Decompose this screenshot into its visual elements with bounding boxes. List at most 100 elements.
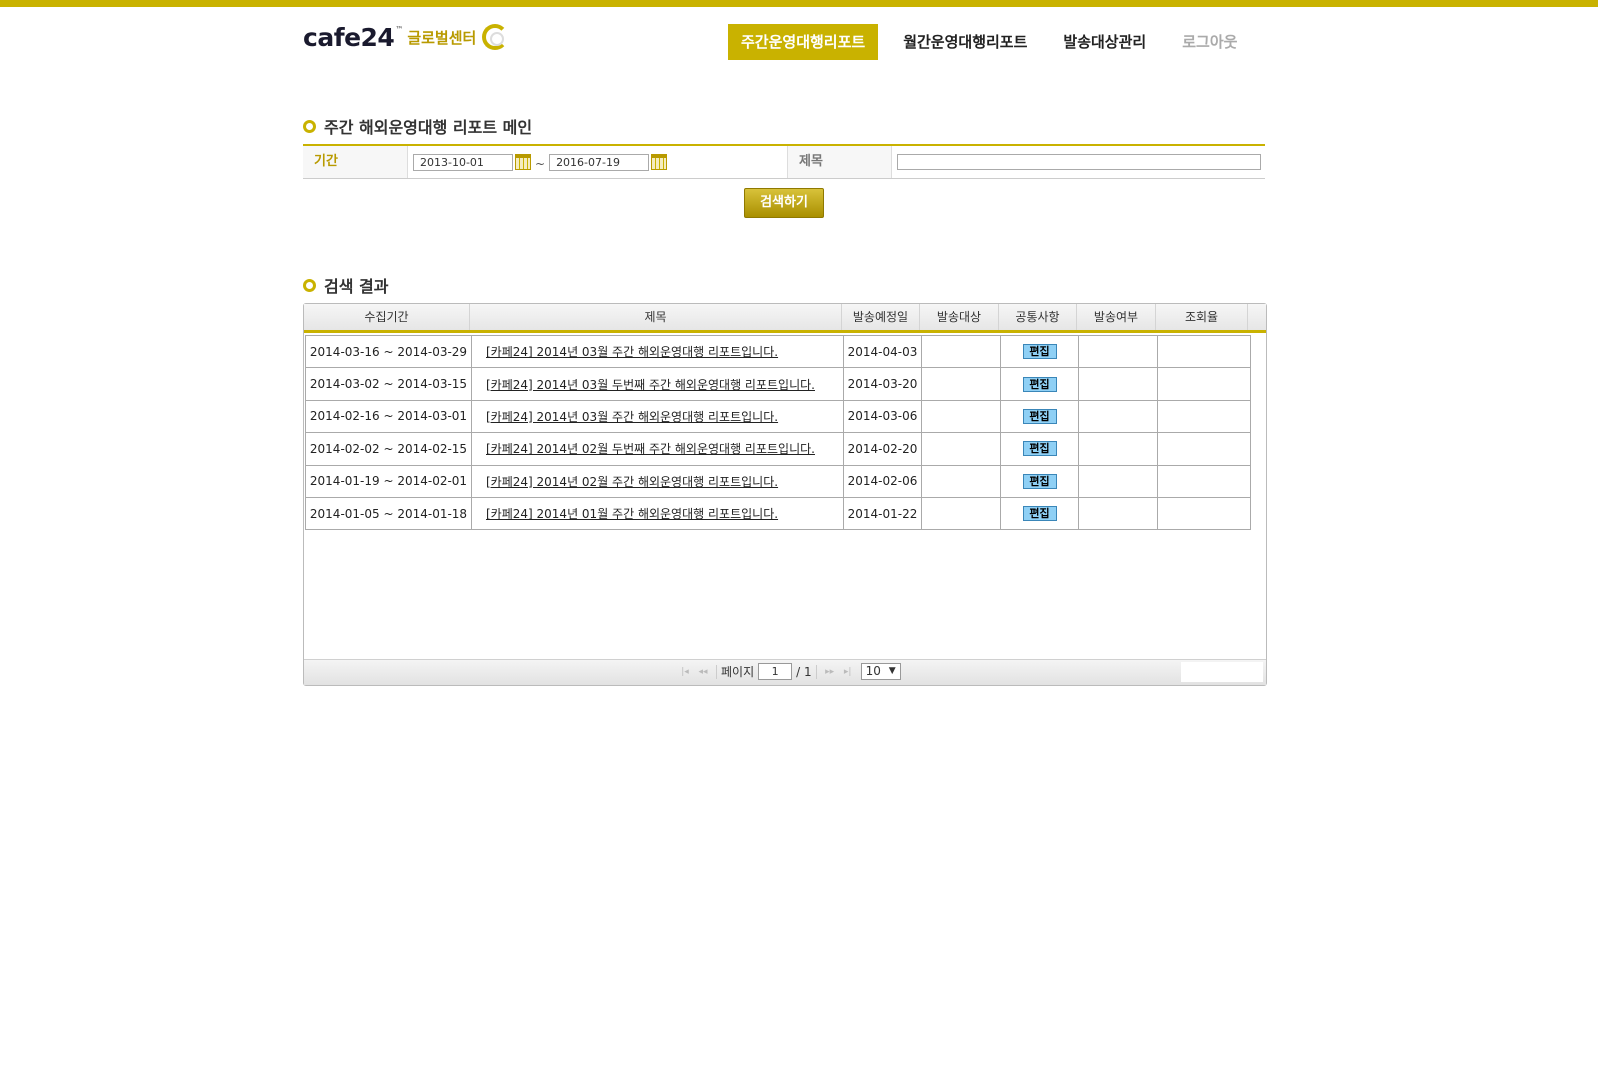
cell-sent — [1078, 367, 1158, 401]
pager-info-box — [1181, 662, 1263, 682]
period-field: 2013-10-01 ~ 2016-07-19 — [408, 146, 788, 178]
col-period[interactable]: 수집기간 — [304, 304, 470, 330]
cell-send-date: 2014-04-03 — [843, 334, 922, 369]
report-title-link[interactable]: [카페24] 2014년 02월 두번째 주간 해외운영대행 리포트입니다. — [486, 442, 815, 456]
dropdown-arrow-icon: ▼ — [888, 666, 896, 676]
search-button[interactable]: 검색하기 — [744, 188, 824, 218]
pager-divider — [716, 664, 717, 679]
last-page-icon[interactable]: ▸| — [839, 665, 857, 679]
report-title-link[interactable]: [카페24] 2014년 03월 두번째 주간 해외운영대행 리포트입니다. — [486, 378, 815, 392]
results-title: 검색 결과 — [303, 273, 388, 297]
nav-logout[interactable]: 로그아웃 — [1169, 24, 1250, 60]
cell-rate — [1157, 399, 1251, 434]
bullet-ring-icon — [303, 119, 316, 133]
page-label: 페이지 — [721, 665, 755, 679]
cell-target — [921, 367, 1001, 401]
main-nav: 주간운영대행리포트 월간운영대행리포트 발송대상관리 로그아웃 — [728, 24, 1250, 60]
cell-target — [921, 334, 1001, 369]
title-search-input[interactable] — [897, 154, 1261, 170]
table-row[interactable]: 2014-01-19 ~ 2014-02-01 [카페24] 2014년 02월… — [305, 464, 1251, 498]
report-title-link[interactable]: [카페24] 2014년 03월 주간 해외운영대행 리포트입니다. — [486, 410, 778, 424]
cell-sent — [1078, 334, 1158, 369]
pager-divider — [815, 664, 817, 679]
cell-send-date: 2014-01-22 — [843, 496, 922, 531]
cell-send-date: 2014-03-06 — [843, 399, 922, 434]
page-title: 주간 해외운영대행 리포트 메인 — [303, 114, 532, 138]
results-grid: 수집기간 제목 발송예정일 발송대상 공통사항 발송여부 조회율 2014-03… — [303, 303, 1267, 686]
cell-target — [921, 464, 1001, 498]
edit-button[interactable]: 편집 — [1022, 473, 1057, 489]
date-range-tilde: ~ — [535, 157, 546, 171]
nav-monthly-report[interactable]: 월간운영대행리포트 — [890, 24, 1040, 60]
first-page-icon[interactable]: |◂ — [676, 665, 694, 679]
report-title-link[interactable]: [카페24] 2014년 03월 주간 해외운영대행 리포트입니다. — [486, 345, 778, 359]
page-number-input[interactable]: 1 — [758, 663, 793, 680]
cell-rate — [1157, 464, 1251, 498]
logo-c-icon — [482, 24, 509, 50]
results-title-text: 검색 결과 — [324, 277, 389, 296]
search-form: 기간 2013-10-01 ~ 2016-07-19 제목 — [303, 144, 1265, 179]
title-field — [892, 146, 1265, 178]
top-accent-bar — [0, 0, 1598, 7]
logo-wordmark: cafe24 — [303, 22, 395, 52]
cell-target — [921, 399, 1001, 434]
end-date-input[interactable]: 2016-07-19 — [549, 153, 650, 171]
cell-sent — [1078, 464, 1158, 498]
calendar-icon[interactable] — [515, 154, 531, 170]
col-title[interactable]: 제목 — [470, 304, 842, 330]
col-send-date[interactable]: 발송예정일 — [842, 304, 920, 330]
cell-period: 2014-02-16 ~ 2014-03-01 — [305, 399, 472, 434]
report-title-link[interactable]: [카페24] 2014년 02월 주간 해외운영대행 리포트입니다. — [486, 475, 778, 489]
page-total: / 1 — [796, 664, 812, 679]
logo-subtitle: 글로벌센터 — [407, 28, 477, 47]
next-page-icon[interactable]: ▸▸ — [821, 665, 839, 679]
cell-send-date: 2014-02-06 — [843, 464, 922, 498]
cell-rate — [1157, 432, 1251, 466]
cell-period: 2014-03-02 ~ 2014-03-15 — [305, 367, 472, 401]
edit-button[interactable]: 편집 — [1022, 344, 1057, 360]
table-row[interactable]: 2014-02-16 ~ 2014-03-01 [카페24] 2014년 03월… — [305, 399, 1251, 434]
edit-button[interactable]: 편집 — [1022, 506, 1057, 522]
cell-sent — [1078, 496, 1158, 531]
page-title-text: 주간 해외운영대행 리포트 메인 — [324, 118, 533, 137]
grid-body: 2014-03-16 ~ 2014-03-29 [카페24] 2014년 03월… — [305, 334, 1251, 531]
logo-trademark: ™ — [395, 24, 404, 34]
cell-rate — [1157, 496, 1251, 531]
start-date-input[interactable]: 2013-10-01 — [413, 153, 513, 171]
cell-period: 2014-01-19 ~ 2014-02-01 — [305, 464, 472, 498]
edit-button[interactable]: 편집 — [1022, 376, 1057, 392]
table-row[interactable]: 2014-03-16 ~ 2014-03-29 [카페24] 2014년 03월… — [305, 334, 1251, 369]
period-label: 기간 — [303, 146, 408, 178]
edit-button[interactable]: 편집 — [1022, 441, 1057, 457]
col-target[interactable]: 발송대상 — [920, 304, 999, 330]
table-row[interactable]: 2014-02-02 ~ 2014-02-15 [카페24] 2014년 02월… — [305, 432, 1251, 466]
edit-button[interactable]: 편집 — [1022, 408, 1057, 424]
page-size-select[interactable]: 10 ▼ — [860, 663, 901, 680]
title-label: 제목 — [788, 146, 892, 178]
cell-send-date: 2014-03-20 — [843, 367, 922, 401]
page-size-value: 10 — [865, 664, 881, 678]
cell-rate — [1157, 367, 1251, 401]
table-row[interactable]: 2014-01-05 ~ 2014-01-18 [카페24] 2014년 01월… — [305, 496, 1251, 531]
cell-sent — [1078, 432, 1158, 466]
cell-period: 2014-03-16 ~ 2014-03-29 — [305, 334, 472, 369]
report-title-link[interactable]: [카페24] 2014년 01월 주간 해외운영대행 리포트입니다. — [486, 507, 778, 521]
pager: |◂ ◂◂ 페이지 1 / 1 ▸▸ ▸| 10 ▼ — [676, 663, 901, 680]
cell-period: 2014-02-02 ~ 2014-02-15 — [305, 432, 472, 466]
cell-send-date: 2014-02-20 — [843, 432, 922, 466]
prev-page-icon[interactable]: ◂◂ — [694, 665, 712, 679]
col-common[interactable]: 공통사항 — [999, 304, 1077, 330]
cell-target — [921, 432, 1001, 466]
calendar-icon[interactable] — [651, 154, 668, 170]
cafe24-logo[interactable]: cafe24 ™ 글로벌센터 — [303, 22, 509, 52]
table-row[interactable]: 2014-03-02 ~ 2014-03-15 [카페24] 2014년 03월… — [305, 367, 1251, 401]
col-sent[interactable]: 발송여부 — [1077, 304, 1156, 330]
cell-target — [921, 496, 1001, 531]
grid-footer-pager: |◂ ◂◂ 페이지 1 / 1 ▸▸ ▸| 10 ▼ — [304, 659, 1266, 685]
cell-sent — [1078, 399, 1158, 434]
grid-header: 수집기간 제목 발송예정일 발송대상 공통사항 발송여부 조회율 — [304, 304, 1266, 333]
nav-recipient-management[interactable]: 발송대상관리 — [1050, 24, 1159, 60]
nav-weekly-report[interactable]: 주간운영대행리포트 — [728, 24, 879, 60]
col-rate[interactable]: 조회율 — [1156, 304, 1248, 330]
cell-rate — [1157, 334, 1251, 369]
